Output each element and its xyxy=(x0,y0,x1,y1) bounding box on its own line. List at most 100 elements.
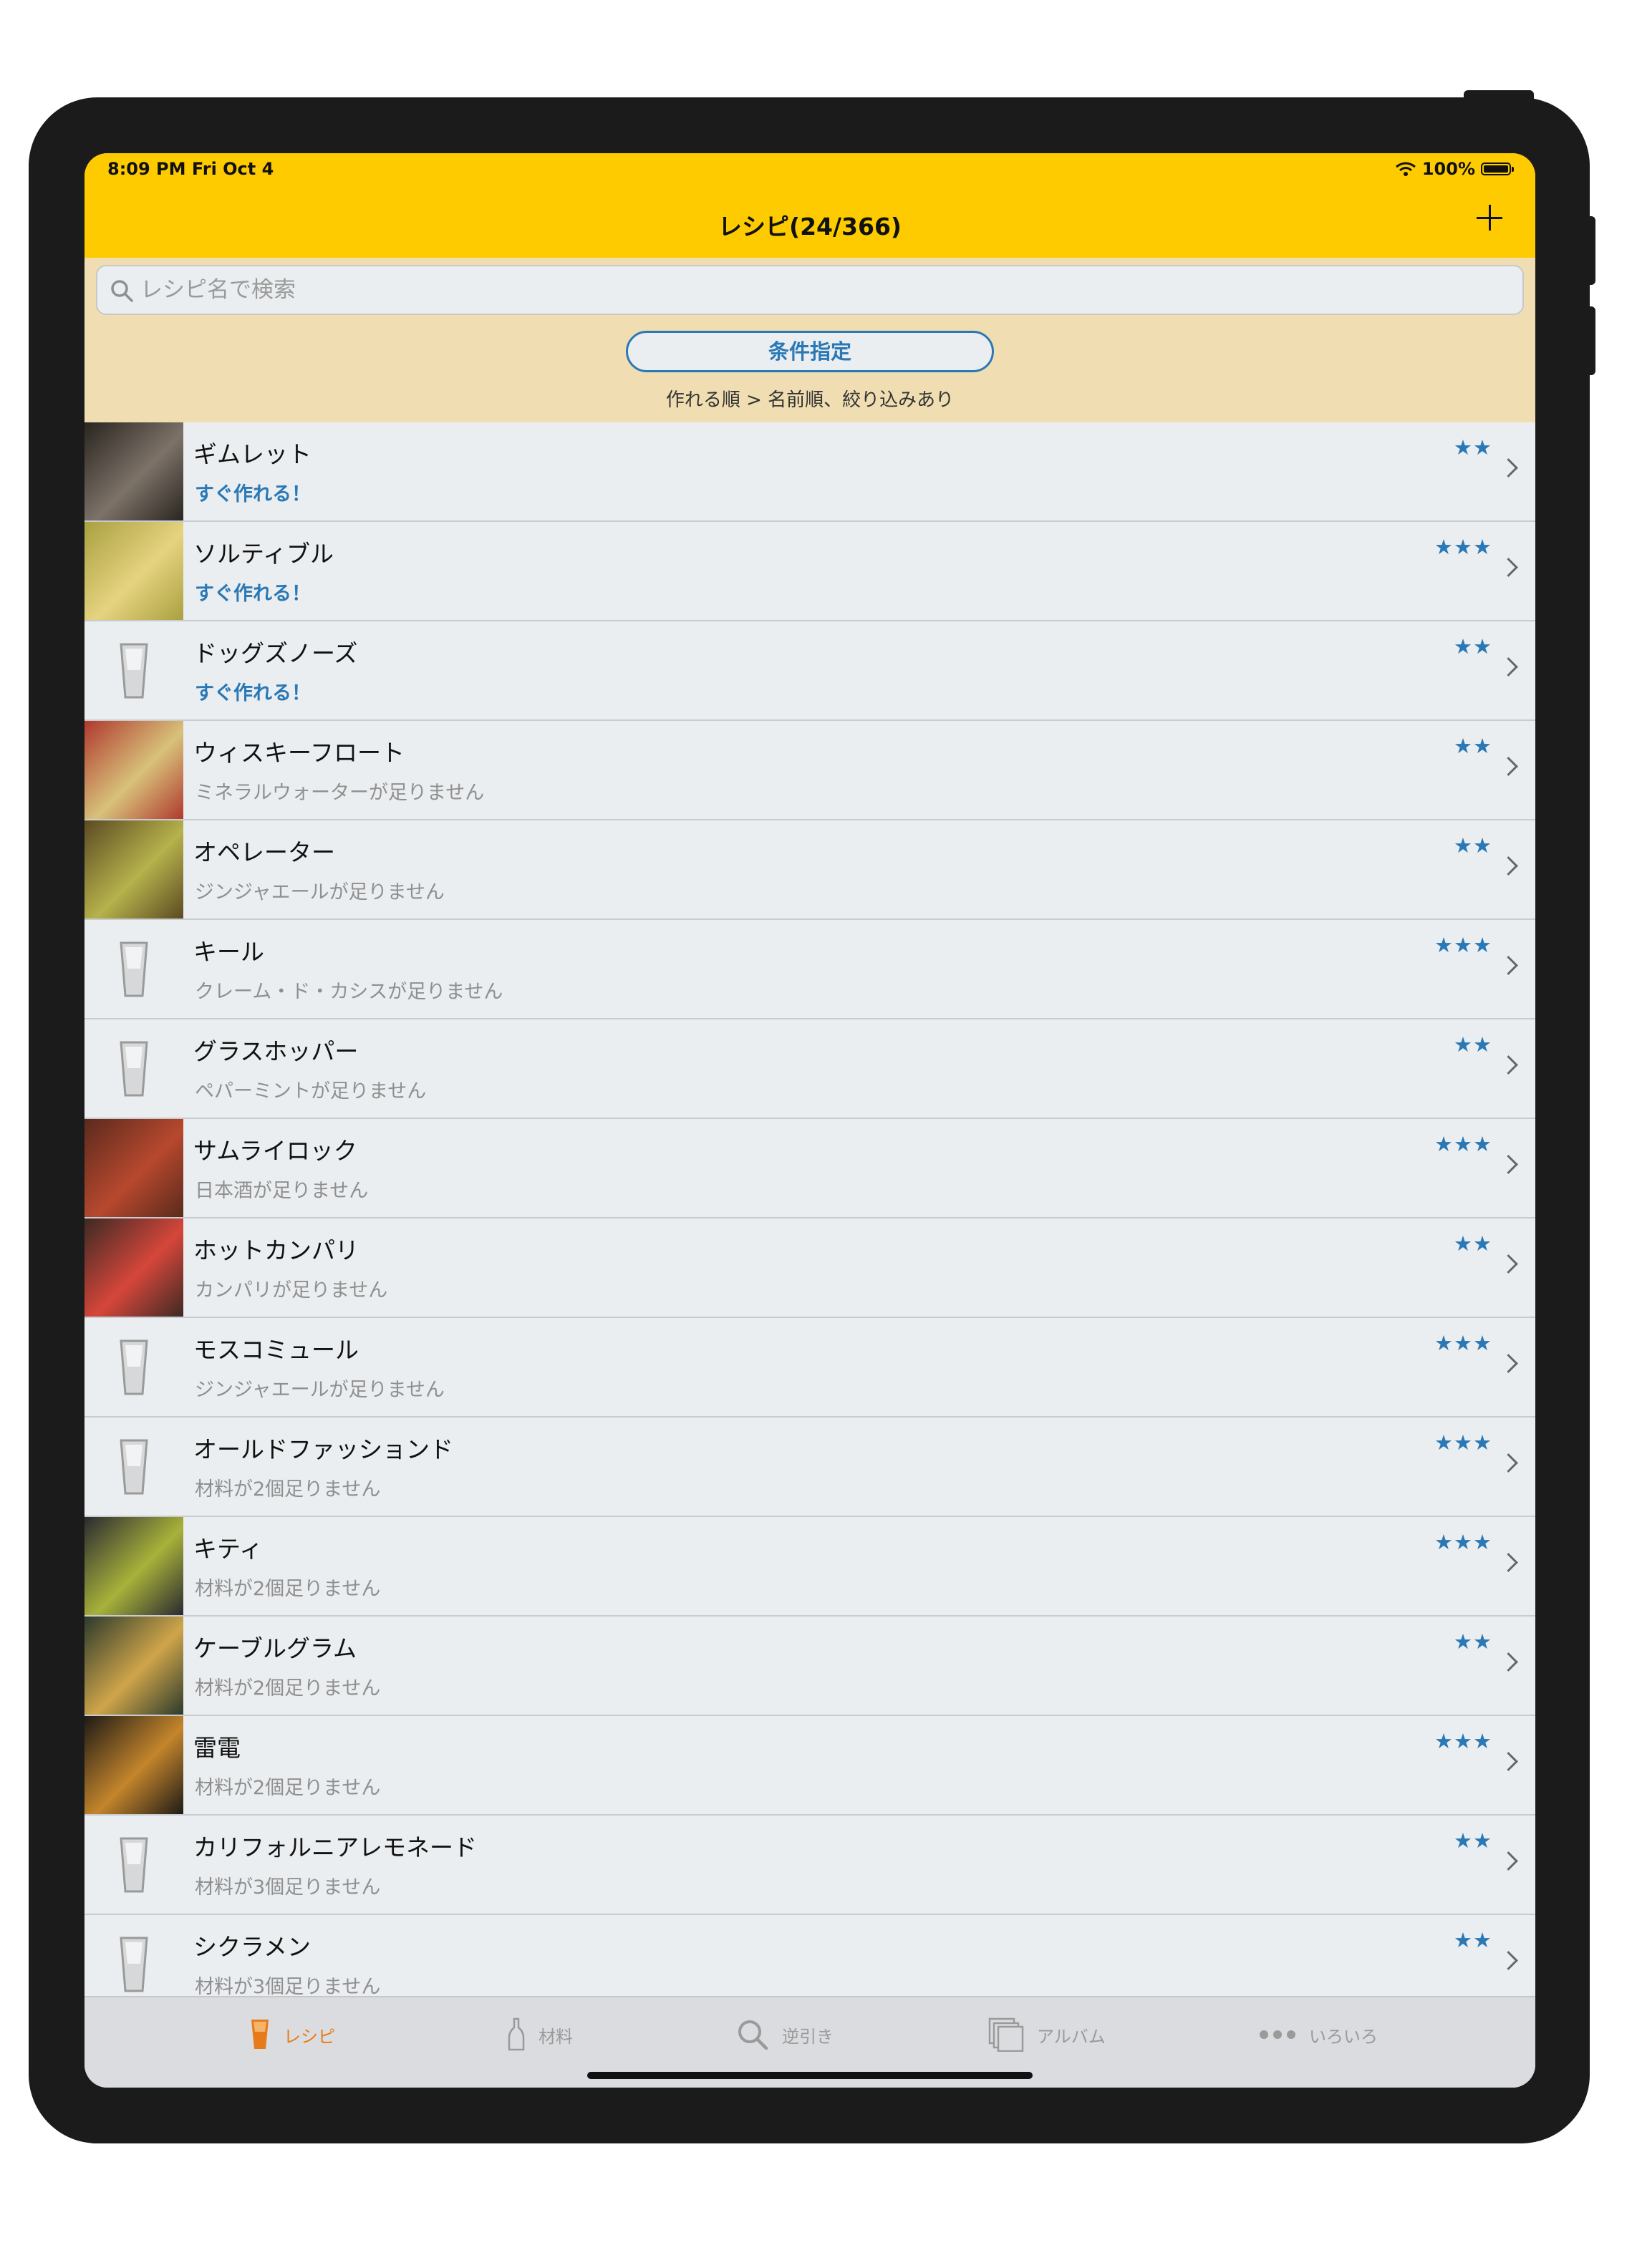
recipe-name: シクラメン xyxy=(193,1933,312,1961)
tab-label: アルバム xyxy=(1037,2026,1106,2047)
search-input[interactable] xyxy=(140,266,1501,314)
recipe-name: ドッグズノーズ xyxy=(193,639,358,667)
recipe-status: 材料が2個足りません xyxy=(195,1677,381,1700)
photo-fill xyxy=(84,422,183,520)
search-filter-area: 条件指定 作れる順 > 名前順、絞り込みあり xyxy=(84,258,1535,431)
photo-fill xyxy=(84,1218,183,1317)
tab-label: 材料 xyxy=(539,2026,573,2047)
recipe-name: ケーブルグラム xyxy=(193,1634,357,1662)
recipe-name: 雷電 xyxy=(193,1734,241,1762)
tab-label: 逆引き xyxy=(782,2026,834,2047)
recipe-row[interactable]: ホットカンパリカンパリが足りません ★★ xyxy=(84,1218,1535,1318)
battery-percent: 100% xyxy=(1421,159,1475,179)
plus-icon[interactable] xyxy=(1471,199,1508,236)
star-rating: ★★★ xyxy=(1434,535,1492,559)
chevron-right-icon xyxy=(1499,1155,1518,1174)
chevron-right-icon xyxy=(1499,1851,1518,1871)
chevron-right-icon xyxy=(1499,1951,1518,1970)
recipe-name: オールドファッションド xyxy=(193,1435,453,1463)
recipe-name: キール xyxy=(193,938,264,966)
recipe-status: 材料が2個足りません xyxy=(195,1578,381,1600)
recipe-row[interactable]: 雷電 材料が2個足りません ★★★ xyxy=(84,1716,1535,1816)
recipe-row[interactable]: オペレーター ジンジャエールが足りません ★★ xyxy=(84,820,1535,920)
glass-placeholder xyxy=(84,1019,183,1118)
glass-placeholder xyxy=(84,621,183,719)
star-rating: ★★★ xyxy=(1434,1729,1492,1753)
bottle-icon xyxy=(508,2017,525,2051)
photo-fill xyxy=(84,1617,183,1715)
tab-recipes[interactable]: レシピ xyxy=(249,1997,335,2072)
glass-placeholder xyxy=(84,1816,183,1914)
star-rating: ★★★ xyxy=(1434,1430,1492,1455)
recipe-name: ホットカンパリ xyxy=(193,1236,359,1264)
recipe-status: 材料が2個足りません xyxy=(195,1478,381,1501)
tab-more[interactable]: いろいろ xyxy=(1259,1997,1378,2072)
glass-icon xyxy=(120,643,148,698)
star-rating: ★★★ xyxy=(1434,1132,1492,1156)
recipe-name: サムライロック xyxy=(193,1137,357,1165)
star-rating: ★★ xyxy=(1454,833,1492,858)
chevron-right-icon xyxy=(1499,757,1518,776)
status-indicators: 100% xyxy=(1395,159,1514,179)
star-rating: ★★ xyxy=(1454,1231,1492,1256)
recipe-status: カンパリが足りません xyxy=(195,1279,388,1302)
search-icon xyxy=(111,280,133,302)
photo-fill xyxy=(84,1119,183,1217)
chevron-right-icon xyxy=(1499,458,1518,478)
status-time: 8:09 PM Fri Oct 4 xyxy=(107,159,274,179)
photo-fill xyxy=(84,1716,183,1814)
star-rating: ★★★ xyxy=(1434,1331,1492,1355)
recipe-row[interactable]: キール クレーム・ド・カシスが足りません ★★★ xyxy=(84,920,1535,1019)
tab-reverse-lookup[interactable]: 逆引き xyxy=(736,1997,834,2072)
more-icon xyxy=(1260,2030,1295,2039)
tab-label: いろいろ xyxy=(1309,2026,1378,2047)
star-rating: ★★ xyxy=(1454,435,1492,460)
recipe-placeholder-image xyxy=(84,1019,183,1118)
recipe-name: ウィスキーフロート xyxy=(193,739,405,767)
glass-icon xyxy=(120,1339,148,1395)
filter-condition-button[interactable]: 条件指定 xyxy=(626,331,994,372)
recipe-name: グラスホッパー xyxy=(193,1037,359,1065)
glass-placeholder xyxy=(84,1418,183,1516)
glass-icon xyxy=(120,1439,148,1494)
star-rating: ★★★ xyxy=(1434,1530,1492,1554)
chevron-right-icon xyxy=(1499,657,1518,677)
search-bar[interactable] xyxy=(96,265,1524,315)
recipe-name: モスコミュール xyxy=(193,1336,359,1364)
photo-fill xyxy=(84,820,183,919)
search-icon xyxy=(738,2020,768,2050)
recipe-row[interactable]: ソルティブル すぐ作れる！ ★★★ xyxy=(84,522,1535,621)
recipe-photo xyxy=(84,1119,183,1217)
recipe-status: 日本酒が足りません xyxy=(195,1180,369,1202)
tab-album[interactable]: アルバム xyxy=(988,1997,1106,2072)
recipe-row[interactable]: ウィスキーフロート ミネラルウォーターが足りません ★★ xyxy=(84,721,1535,820)
recipe-row[interactable]: グラスホッパー ペパーミントが足りません ★★ xyxy=(84,1019,1535,1119)
chevron-right-icon xyxy=(1499,1055,1518,1075)
recipe-placeholder-image xyxy=(84,1816,183,1914)
recipe-row[interactable]: サムライロック日本酒が足りません ★★★ xyxy=(84,1119,1535,1218)
chevron-right-icon xyxy=(1499,856,1518,876)
glass-icon xyxy=(251,2020,269,2049)
recipe-row[interactable]: ギムレット すぐ作れる！ ★★ xyxy=(84,422,1535,522)
chevron-right-icon xyxy=(1499,956,1518,975)
glass-icon xyxy=(120,1837,148,1892)
page-title: レシピ(24/366) xyxy=(718,213,902,241)
recipe-placeholder-image xyxy=(84,1318,183,1416)
recipe-row[interactable]: モスコミュール ジンジャエールが足りません ★★★ xyxy=(84,1318,1535,1418)
chevron-right-icon xyxy=(1499,1553,1518,1572)
recipe-row[interactable]: カリフォルニアレモネード 材料が3個足りません ★★ xyxy=(84,1816,1535,1915)
recipe-row[interactable]: キティ 材料が2個足りません ★★★ xyxy=(84,1517,1535,1617)
photo-fill xyxy=(84,522,183,620)
recipe-status: ジンジャエールが足りません xyxy=(195,881,445,903)
recipe-placeholder-image xyxy=(84,1418,183,1516)
recipe-photo xyxy=(84,1218,183,1317)
wifi-icon xyxy=(1395,162,1416,176)
recipe-row[interactable]: ケーブルグラム材料が2個足りません ★★ xyxy=(84,1617,1535,1716)
star-rating: ★★ xyxy=(1454,1629,1492,1654)
tab-ingredients[interactable]: 材料 xyxy=(507,1997,573,2072)
recipe-row[interactable]: オールドファッションド材料が2個足りません ★★★ xyxy=(84,1418,1535,1517)
recipe-row[interactable]: ドッグズノーズ すぐ作れる！ ★★ xyxy=(84,621,1535,721)
recipe-photo xyxy=(84,1517,183,1615)
recipe-placeholder-image xyxy=(84,621,183,719)
recipe-photo xyxy=(84,1716,183,1814)
